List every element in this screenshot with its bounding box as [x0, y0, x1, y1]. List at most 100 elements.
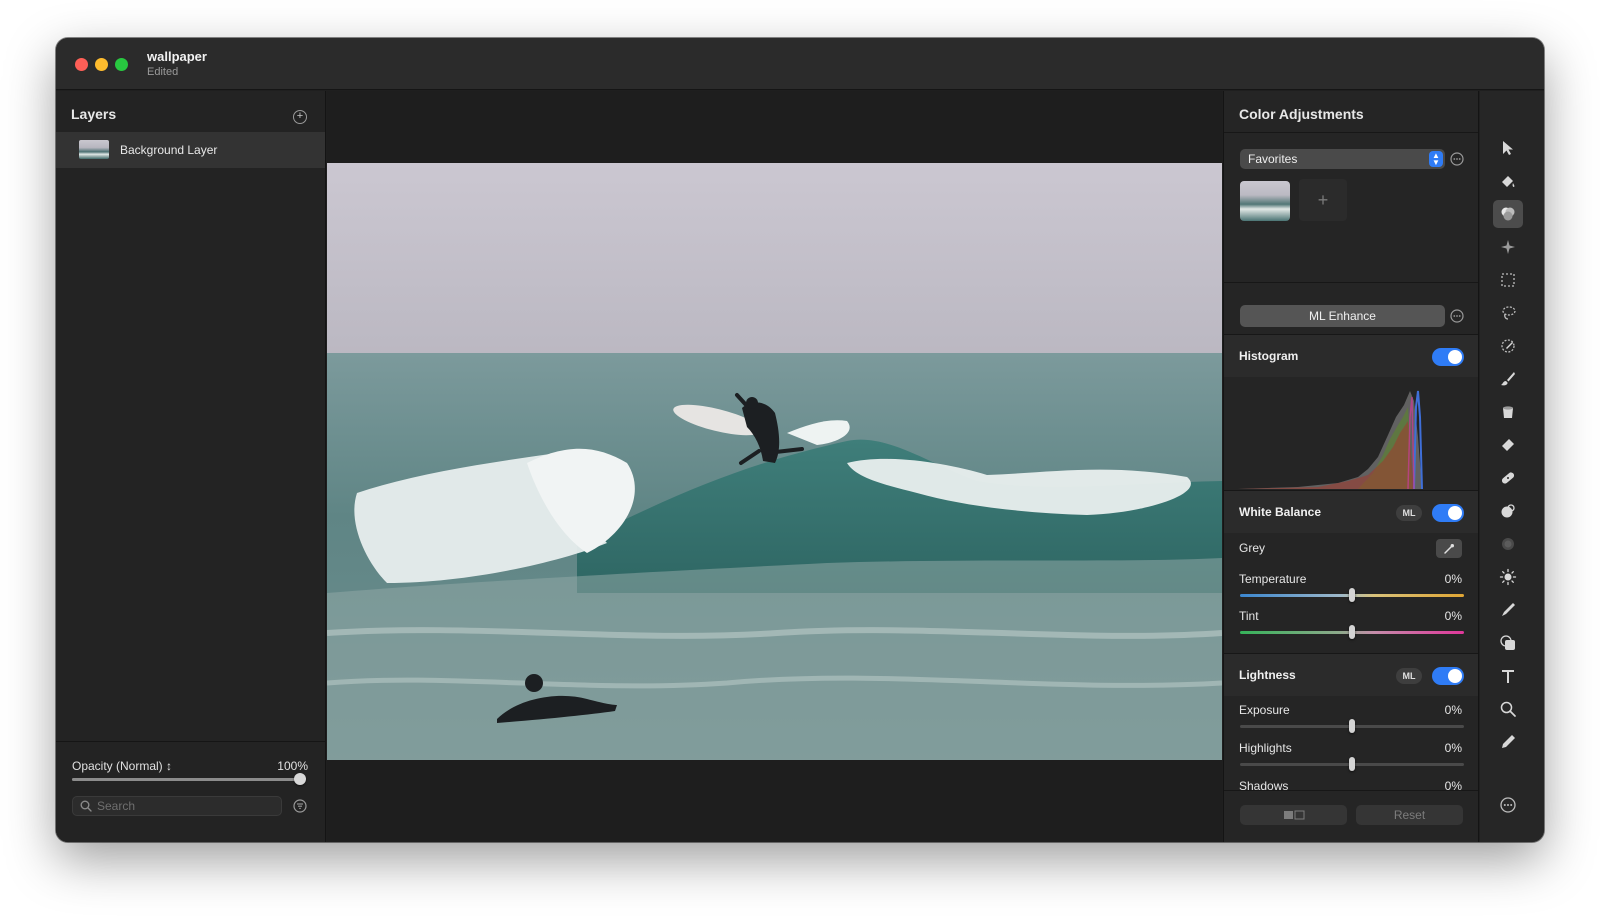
exposure-value: 0% — [1444, 703, 1462, 717]
tint-label: Tint — [1239, 609, 1259, 623]
zoom-icon — [1500, 701, 1516, 717]
opacity-value: 100% — [277, 759, 308, 773]
tool-zoom[interactable] — [1493, 695, 1523, 723]
exposure-label: Exposure — [1239, 703, 1290, 717]
tool-effects[interactable] — [1493, 233, 1523, 261]
tool-paint-bucket[interactable] — [1493, 167, 1523, 195]
opacity-slider[interactable] — [72, 773, 306, 785]
eraser-icon — [1502, 439, 1514, 451]
tool-clone[interactable] — [1493, 497, 1523, 525]
zoom-window-button[interactable] — [115, 58, 128, 71]
search-input[interactable] — [97, 798, 277, 814]
layer-thumbnail — [79, 140, 109, 159]
exposure-slider[interactable] — [1240, 719, 1464, 733]
filter-icon[interactable] — [293, 799, 307, 813]
tool-text[interactable] — [1493, 662, 1523, 690]
rect-select-icon — [1501, 273, 1515, 287]
tint-slider-knob[interactable] — [1349, 625, 1355, 639]
more-icon — [1500, 797, 1516, 813]
eyedropper-icon — [1444, 544, 1454, 554]
tint-value: 0% — [1444, 609, 1462, 623]
surf-photo[interactable] — [327, 163, 1222, 760]
document-status: Edited — [147, 66, 179, 78]
favorites-select[interactable]: Favorites ▲ ▼ — [1240, 149, 1445, 169]
tool-lasso[interactable] — [1493, 299, 1523, 327]
app-window: wallpaper Edited Layers + Background Lay… — [56, 38, 1544, 842]
tool-magic-wand[interactable] — [1493, 332, 1523, 360]
opacity-blend-menu[interactable]: Opacity (Normal) ↕ — [72, 759, 172, 773]
lightness-ml-button[interactable]: ML — [1396, 668, 1422, 684]
tool-heal[interactable] — [1493, 464, 1523, 492]
tool-fill[interactable] — [1493, 398, 1523, 426]
blur-icon — [1502, 538, 1514, 550]
close-window-button[interactable] — [75, 58, 88, 71]
favorite-preset-thumbnail[interactable] — [1240, 181, 1290, 221]
search-icon — [80, 800, 92, 812]
brush-icon — [1501, 372, 1515, 386]
tool-blur[interactable] — [1493, 530, 1523, 558]
histogram-graph — [1238, 390, 1423, 489]
temperature-slider-knob[interactable] — [1349, 588, 1355, 602]
color-adjustments-panel: Color Adjustments Favorites ▲ ▼ + ML Enha… — [1223, 91, 1479, 842]
adjustments-footer: Reset — [1224, 790, 1478, 842]
histogram-title: Histogram — [1239, 349, 1299, 363]
tool-pointer[interactable] — [1493, 134, 1523, 162]
opacity-slider-fill — [72, 778, 300, 781]
histogram-toggle[interactable] — [1432, 348, 1464, 366]
white-balance-header: White Balance ML — [1224, 491, 1478, 533]
lasso-icon — [1502, 306, 1516, 320]
tool-rect-select[interactable] — [1493, 266, 1523, 294]
layer-row-background[interactable]: Background Layer — [56, 132, 325, 168]
favorites-more-icon[interactable] — [1450, 152, 1464, 166]
tool-color-adjustments[interactable] — [1493, 200, 1523, 228]
highlights-slider-knob[interactable] — [1349, 757, 1355, 771]
highlights-value: 0% — [1444, 741, 1462, 755]
clone-icon — [1501, 504, 1515, 518]
opacity-slider-knob[interactable] — [294, 773, 306, 785]
grey-label: Grey — [1239, 541, 1266, 555]
title-bar: wallpaper Edited — [56, 38, 1544, 90]
chevron-updown-icon: ▲ ▼ — [1429, 151, 1443, 167]
tool-pencil[interactable] — [1493, 728, 1523, 756]
reset-button[interactable]: Reset — [1356, 805, 1463, 825]
pen-icon — [1502, 603, 1515, 616]
histogram-header: Histogram — [1224, 335, 1478, 377]
color-adjust-icon — [1501, 207, 1515, 221]
tool-pen[interactable] — [1493, 596, 1523, 624]
layer-name: Background Layer — [120, 143, 218, 157]
grey-picker-button[interactable] — [1436, 539, 1462, 558]
paint-bucket-icon — [1502, 176, 1515, 187]
tool-shape[interactable] — [1493, 629, 1523, 657]
ml-enhance-button[interactable]: ML Enhance — [1240, 305, 1445, 327]
tool-brush[interactable] — [1493, 365, 1523, 393]
tool-more[interactable] — [1493, 791, 1523, 819]
pencil-icon — [1502, 735, 1515, 748]
add-layer-button[interactable]: + — [293, 110, 307, 124]
tint-slider[interactable] — [1240, 625, 1464, 639]
split-view-icon — [1283, 810, 1304, 820]
lightness-toggle[interactable] — [1432, 667, 1464, 685]
adjustments-title: Color Adjustments — [1239, 106, 1364, 122]
highlights-slider[interactable] — [1240, 757, 1464, 771]
sun-icon — [1499, 568, 1517, 586]
layers-panel: Layers + Background Layer Opacity (Norma… — [56, 91, 326, 842]
tool-eraser[interactable] — [1493, 431, 1523, 459]
add-favorite-button[interactable]: + — [1299, 179, 1347, 221]
canvas-area[interactable] — [327, 91, 1222, 842]
tool-light[interactable] — [1493, 563, 1523, 591]
lightness-title: Lightness — [1239, 668, 1296, 682]
white-balance-ml-button[interactable]: ML — [1396, 505, 1422, 521]
minimize-window-button[interactable] — [95, 58, 108, 71]
compare-toggle-button[interactable] — [1240, 805, 1347, 825]
magic-wand-icon — [1501, 339, 1515, 353]
exposure-slider-knob[interactable] — [1349, 719, 1355, 733]
temperature-label: Temperature — [1239, 572, 1307, 586]
lightness-header: Lightness ML — [1224, 654, 1478, 696]
white-balance-title: White Balance — [1239, 505, 1322, 519]
ml-enhance-more-icon[interactable] — [1450, 309, 1464, 323]
layer-search-field[interactable] — [72, 796, 282, 816]
temperature-slider[interactable] — [1240, 588, 1464, 602]
divider — [1224, 132, 1478, 133]
layers-title: Layers — [71, 106, 117, 122]
white-balance-toggle[interactable] — [1432, 504, 1464, 522]
